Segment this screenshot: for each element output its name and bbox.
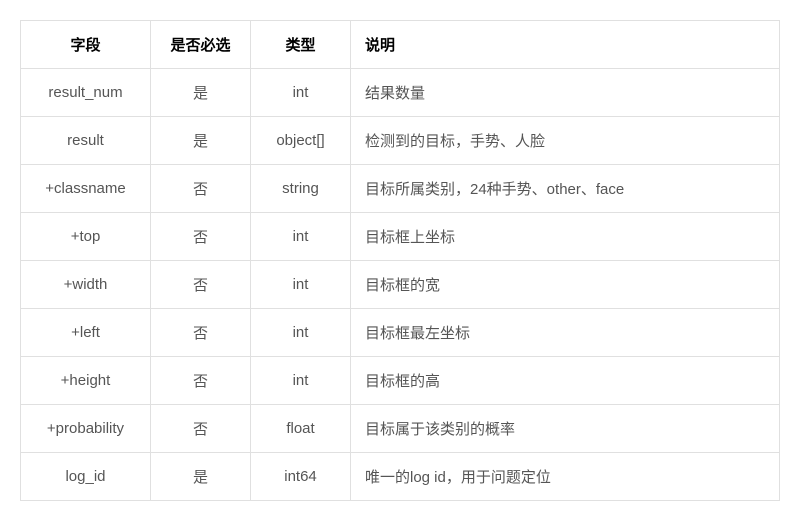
table-row: +top 否 int 目标框上坐标	[21, 213, 780, 261]
cell-type: int64	[251, 453, 351, 501]
cell-required: 否	[151, 213, 251, 261]
cell-type: string	[251, 165, 351, 213]
table-header-row: 字段 是否必选 类型 说明	[21, 21, 780, 69]
cell-desc: 目标框上坐标	[351, 213, 780, 261]
header-type: 类型	[251, 21, 351, 69]
cell-desc: 目标框最左坐标	[351, 309, 780, 357]
cell-type: int	[251, 309, 351, 357]
header-field: 字段	[21, 21, 151, 69]
cell-type: int	[251, 261, 351, 309]
cell-field: result	[21, 117, 151, 165]
cell-type: int	[251, 213, 351, 261]
table-row: log_id 是 int64 唯一的log id，用于问题定位	[21, 453, 780, 501]
cell-field: result_num	[21, 69, 151, 117]
cell-field: +height	[21, 357, 151, 405]
cell-type: int	[251, 357, 351, 405]
cell-field: +probability	[21, 405, 151, 453]
table-row: +height 否 int 目标框的高	[21, 357, 780, 405]
table-row: +width 否 int 目标框的宽	[21, 261, 780, 309]
header-desc: 说明	[351, 21, 780, 69]
cell-required: 是	[151, 117, 251, 165]
cell-field: +classname	[21, 165, 151, 213]
cell-required: 否	[151, 357, 251, 405]
header-required: 是否必选	[151, 21, 251, 69]
cell-type: int	[251, 69, 351, 117]
cell-field: +top	[21, 213, 151, 261]
cell-desc: 结果数量	[351, 69, 780, 117]
cell-field: log_id	[21, 453, 151, 501]
cell-required: 否	[151, 405, 251, 453]
cell-required: 否	[151, 261, 251, 309]
cell-required: 是	[151, 69, 251, 117]
cell-required: 是	[151, 453, 251, 501]
cell-required: 否	[151, 309, 251, 357]
cell-desc: 检测到的目标，手势、人脸	[351, 117, 780, 165]
cell-type: object[]	[251, 117, 351, 165]
cell-desc: 目标框的宽	[351, 261, 780, 309]
cell-desc: 目标所属类别，24种手势、other、face	[351, 165, 780, 213]
cell-field: +left	[21, 309, 151, 357]
cell-field: +width	[21, 261, 151, 309]
table-row: result 是 object[] 检测到的目标，手势、人脸	[21, 117, 780, 165]
cell-desc: 目标属于该类别的概率	[351, 405, 780, 453]
table-row: +classname 否 string 目标所属类别，24种手势、other、f…	[21, 165, 780, 213]
table-row: result_num 是 int 结果数量	[21, 69, 780, 117]
table-row: +probability 否 float 目标属于该类别的概率	[21, 405, 780, 453]
cell-type: float	[251, 405, 351, 453]
table-row: +left 否 int 目标框最左坐标	[21, 309, 780, 357]
cell-desc: 目标框的高	[351, 357, 780, 405]
api-params-table: 字段 是否必选 类型 说明 result_num 是 int 结果数量 resu…	[20, 20, 780, 501]
cell-required: 否	[151, 165, 251, 213]
cell-desc: 唯一的log id，用于问题定位	[351, 453, 780, 501]
